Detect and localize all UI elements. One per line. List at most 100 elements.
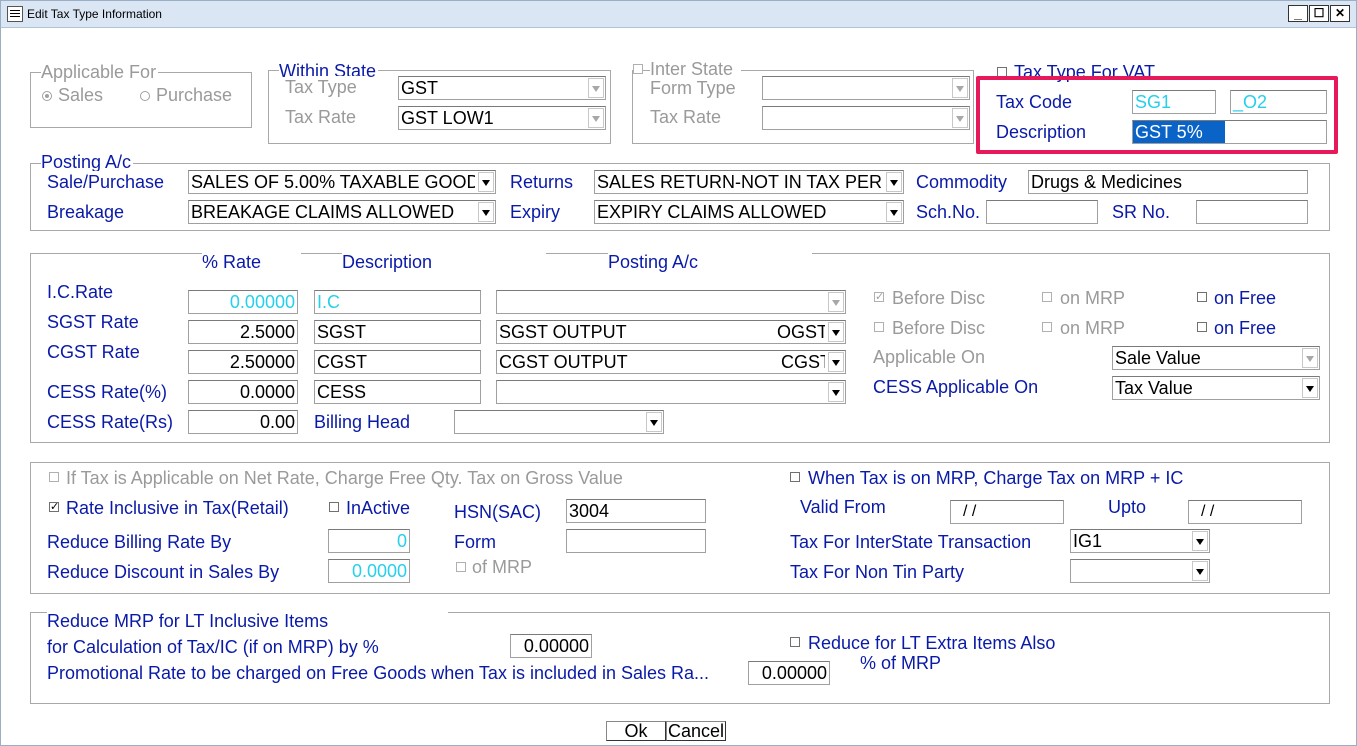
returns-select[interactable]: SALES RETURN-NOT IN TAX PERIOD: [594, 170, 904, 194]
mrp-ic-checkbox[interactable]: [790, 472, 800, 482]
reduce-discount-input[interactable]: 0.0000: [328, 559, 410, 583]
sr-no-input[interactable]: [1196, 200, 1308, 224]
on-mrp-label-2: on MRP: [1060, 317, 1166, 339]
sgst-posting-select[interactable]: SGST OUTPUT OGST: [496, 320, 846, 344]
inter-state-checkbox[interactable]: [633, 64, 643, 74]
description-header: Description: [342, 251, 547, 273]
lt-extra-label: Reduce for LT Extra Items Also: [808, 632, 1122, 654]
form-input[interactable]: [566, 529, 706, 553]
chevron-down-icon: [828, 292, 844, 312]
on-free-label-2: on Free: [1214, 317, 1317, 339]
chevron-down-icon: [588, 108, 604, 128]
net-rate-checkbox[interactable]: [49, 472, 59, 482]
maximize-button[interactable]: ☐: [1309, 5, 1329, 22]
billing-head-label: Billing Head: [314, 411, 421, 433]
inter-state-title: Inter State: [650, 59, 742, 79]
chevron-down-icon: [952, 108, 968, 128]
applicable-on-label: Applicable On: [873, 346, 1104, 368]
mrp-calc-label: for Calculation of Tax/IC (if on MRP) by…: [47, 636, 447, 658]
cess-applicable-on-select[interactable]: Tax Value: [1112, 376, 1320, 400]
sgst-description-input[interactable]: SGST: [314, 320, 481, 344]
on-free-checkbox-2[interactable]: [1197, 322, 1207, 332]
chevron-down-icon: [1302, 348, 1318, 368]
cess-posting-select[interactable]: [496, 380, 846, 404]
cgst-rate-input[interactable]: 2.50000: [188, 350, 298, 374]
cess-rate-pct-input[interactable]: 0.0000: [188, 380, 298, 404]
promo-input[interactable]: 0.00000: [748, 661, 830, 685]
applicable-on-select[interactable]: Sale Value: [1112, 346, 1320, 370]
valid-from-input[interactable]: / /: [950, 500, 1064, 524]
cess-rate-pct-label: CESS Rate(%): [47, 381, 168, 403]
commodity-input[interactable]: Drugs & Medicines: [1028, 170, 1308, 194]
chevron-down-icon: [478, 202, 494, 222]
sch-no-label: Sch.No.: [916, 201, 981, 223]
returns-label: Returns: [510, 171, 582, 193]
cess-description-input[interactable]: CESS: [314, 380, 481, 404]
billing-head-select[interactable]: [454, 410, 664, 434]
window-title: Edit Tax Type Information: [27, 7, 162, 21]
expiry-select[interactable]: EXPIRY CLAIMS ALLOWED: [594, 200, 904, 224]
system-menu-icon[interactable]: [7, 6, 23, 22]
rate-inclusive-label: Rate Inclusive in Tax(Retail): [66, 497, 293, 519]
form-type-label: Form Type: [650, 77, 756, 99]
on-mrp-checkbox-2[interactable]: [1042, 322, 1052, 332]
non-tin-select[interactable]: [1070, 559, 1210, 583]
interstate-tax-select[interactable]: IG1: [1070, 529, 1210, 553]
breakage-label: Breakage: [47, 201, 173, 223]
cgst-posting-select[interactable]: CGST OUTPUTCGST: [496, 350, 846, 374]
hsn-input[interactable]: 3004: [566, 499, 706, 523]
reduce-billing-label: Reduce Billing Rate By: [47, 531, 272, 553]
before-disc-checkbox-2[interactable]: [874, 322, 884, 332]
ic-rate-input[interactable]: 0.00000: [188, 290, 298, 314]
close-button[interactable]: ✕: [1330, 5, 1350, 22]
expiry-label: Expiry: [510, 201, 591, 223]
net-rate-label: If Tax is Applicable on Net Rate, Charge…: [66, 467, 633, 489]
tax-type-select[interactable]: GST: [398, 76, 606, 100]
posting-title: Posting A/c: [41, 152, 134, 172]
cess-rate-rs-input[interactable]: 0.00: [188, 410, 298, 434]
sale-purchase-select[interactable]: SALES OF 5.00% TAXABLE GOODS: [188, 170, 496, 194]
inactive-checkbox[interactable]: [329, 502, 339, 512]
radio-purchase[interactable]: [140, 91, 150, 101]
cgst-description-input[interactable]: CGST: [314, 350, 481, 374]
chevron-down-icon: [828, 352, 844, 372]
mrp-calc-input[interactable]: 0.00000: [510, 634, 592, 658]
tax-rate-select[interactable]: GST LOW1: [398, 106, 606, 130]
upto-input[interactable]: / /: [1188, 500, 1302, 524]
sgst-rate-input[interactable]: 2.5000: [188, 320, 298, 344]
tax-type-label: Tax Type: [285, 76, 367, 98]
chevron-down-icon: [1192, 531, 1208, 551]
sr-no-label: SR No.: [1112, 201, 1181, 223]
inter-tax-rate-label: Tax Rate: [650, 106, 742, 128]
breakage-select[interactable]: BREAKAGE CLAIMS ALLOWED: [188, 200, 496, 224]
interstate-tax-label: Tax For InterState Transaction: [790, 531, 1050, 553]
chevron-down-icon: [952, 78, 968, 98]
posting-header: Posting A/c: [608, 251, 813, 273]
form-type-select[interactable]: [762, 76, 970, 100]
ic-posting-select[interactable]: [496, 290, 846, 314]
sch-no-input[interactable]: [986, 200, 1098, 224]
lt-extra-checkbox[interactable]: [790, 637, 800, 647]
inactive-label: InActive: [346, 497, 441, 519]
reduce-billing-input[interactable]: 0: [328, 529, 410, 553]
on-mrp-label-1: on MRP: [1060, 287, 1166, 309]
radio-purchase-label: Purchase: [156, 84, 233, 106]
chevron-down-icon: [1192, 561, 1208, 581]
cess-rate-rs-label: CESS Rate(Rs): [47, 411, 174, 433]
chevron-down-icon: [886, 202, 902, 222]
cancel-button[interactable]: Cancel: [666, 721, 726, 741]
ic-description-input[interactable]: I.C: [314, 290, 481, 314]
ok-button[interactable]: Ok: [606, 721, 666, 741]
upto-label: Upto: [1108, 496, 1155, 518]
of-mrp-checkbox[interactable]: [456, 562, 466, 572]
on-mrp-checkbox-1[interactable]: [1042, 292, 1052, 302]
highlight-box: [976, 76, 1338, 154]
chevron-down-icon: [828, 322, 844, 342]
applicable-for-title: Applicable For: [41, 62, 159, 82]
on-free-checkbox-1[interactable]: [1197, 292, 1207, 302]
chevron-down-icon: [828, 382, 844, 402]
inter-tax-rate-select[interactable]: [762, 106, 970, 130]
radio-sales[interactable]: [42, 91, 52, 101]
mrp-section-title: Reduce MRP for LT Inclusive Items: [47, 610, 449, 632]
minimize-button[interactable]: _: [1288, 5, 1308, 22]
